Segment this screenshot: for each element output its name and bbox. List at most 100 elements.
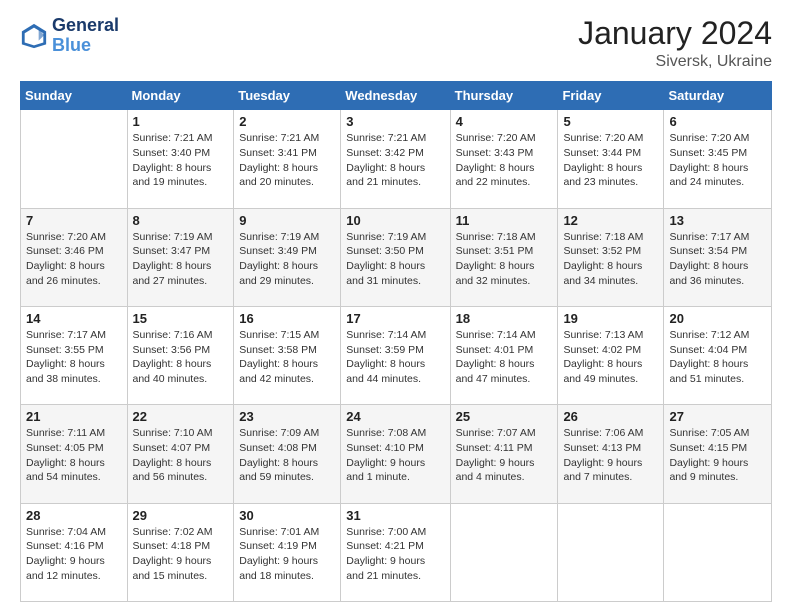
calendar-cell: 23Sunrise: 7:09 AMSunset: 4:08 PMDayligh… <box>234 405 341 503</box>
calendar-cell: 7 Sunrise: 7:20 AMSunset: 3:46 PMDaylight… <box>21 208 128 306</box>
calendar-cell: 12 Sunrise: 7:18 AMSunset: 3:52 PMDayligh… <box>558 208 664 306</box>
day-detail: Sunrise: 7:20 AMSunset: 3:46 PMDaylight:… <box>26 230 122 289</box>
day-number: 29 <box>133 508 229 523</box>
day-number: 17 <box>346 311 444 326</box>
calendar-cell: 9Sunrise: 7:19 AMSunset: 3:49 PMDaylight… <box>234 208 341 306</box>
day-number: 26 <box>563 409 658 424</box>
col-tuesday: Tuesday <box>234 82 341 110</box>
calendar-cell: 11 Sunrise: 7:18 AMSunset: 3:51 PMDayligh… <box>450 208 558 306</box>
day-number: 19 <box>563 311 658 326</box>
calendar-cell: 6Sunrise: 7:20 AMSunset: 3:45 PMDaylight… <box>664 110 772 208</box>
day-number: 11 <box>456 213 553 228</box>
calendar-cell: 26 Sunrise: 7:06 AMSunset: 4:13 PMDayligh… <box>558 405 664 503</box>
logo: General Blue <box>20 16 119 56</box>
day-detail: Sunrise: 7:15 AMSunset: 3:58 PMDaylight:… <box>239 328 335 387</box>
calendar-cell: 2 Sunrise: 7:21 AMSunset: 3:41 PMDaylight… <box>234 110 341 208</box>
logo-text: General Blue <box>52 16 119 56</box>
calendar-cell: 15 Sunrise: 7:16 AMSunset: 3:56 PMDayligh… <box>127 306 234 404</box>
day-detail: Sunrise: 7:13 AMSunset: 4:02 PMDaylight:… <box>563 328 658 387</box>
day-detail: Sunrise: 7:21 AMSunset: 3:40 PMDaylight:… <box>133 131 229 190</box>
day-number: 12 <box>563 213 658 228</box>
calendar-cell: 27Sunrise: 7:05 AMSunset: 4:15 PMDayligh… <box>664 405 772 503</box>
day-detail: Sunrise: 7:02 AMSunset: 4:18 PMDaylight:… <box>133 525 229 584</box>
calendar-cell: 14 Sunrise: 7:17 AMSunset: 3:55 PMDayligh… <box>21 306 128 404</box>
col-monday: Monday <box>127 82 234 110</box>
calendar-week-1: 7 Sunrise: 7:20 AMSunset: 3:46 PMDaylight… <box>21 208 772 306</box>
calendar-cell: 24 Sunrise: 7:08 AMSunset: 4:10 PMDayligh… <box>341 405 450 503</box>
col-saturday: Saturday <box>664 82 772 110</box>
calendar-header: Sunday Monday Tuesday Wednesday Thursday… <box>21 82 772 110</box>
day-detail: Sunrise: 7:20 AMSunset: 3:43 PMDaylight:… <box>456 131 553 190</box>
day-detail: Sunrise: 7:06 AMSunset: 4:13 PMDaylight:… <box>563 426 658 485</box>
day-detail: Sunrise: 7:14 AMSunset: 3:59 PMDaylight:… <box>346 328 444 387</box>
calendar-cell: 20 Sunrise: 7:12 AMSunset: 4:04 PMDayligh… <box>664 306 772 404</box>
calendar-cell: 18Sunrise: 7:14 AMSunset: 4:01 PMDayligh… <box>450 306 558 404</box>
day-number: 2 <box>239 114 335 129</box>
day-number: 22 <box>133 409 229 424</box>
calendar-cell: 16 Sunrise: 7:15 AMSunset: 3:58 PMDayligh… <box>234 306 341 404</box>
calendar-cell <box>21 110 128 208</box>
main-title: January 2024 <box>578 16 772 51</box>
day-detail: Sunrise: 7:00 AMSunset: 4:21 PMDaylight:… <box>346 525 444 584</box>
day-number: 13 <box>669 213 766 228</box>
day-number: 20 <box>669 311 766 326</box>
day-number: 8 <box>133 213 229 228</box>
day-number: 7 <box>26 213 122 228</box>
day-detail: Sunrise: 7:04 AMSunset: 4:16 PMDaylight:… <box>26 525 122 584</box>
day-detail: Sunrise: 7:11 AMSunset: 4:05 PMDaylight:… <box>26 426 122 485</box>
day-number: 31 <box>346 508 444 523</box>
calendar-cell: 25 Sunrise: 7:07 AMSunset: 4:11 PMDayligh… <box>450 405 558 503</box>
calendar-cell: 28Sunrise: 7:04 AMSunset: 4:16 PMDayligh… <box>21 503 128 601</box>
col-wednesday: Wednesday <box>341 82 450 110</box>
day-number: 18 <box>456 311 553 326</box>
day-number: 23 <box>239 409 335 424</box>
day-number: 21 <box>26 409 122 424</box>
col-sunday: Sunday <box>21 82 128 110</box>
day-detail: Sunrise: 7:18 AMSunset: 3:51 PMDaylight:… <box>456 230 553 289</box>
day-detail: Sunrise: 7:18 AMSunset: 3:52 PMDaylight:… <box>563 230 658 289</box>
day-number: 24 <box>346 409 444 424</box>
day-number: 14 <box>26 311 122 326</box>
day-number: 4 <box>456 114 553 129</box>
day-number: 10 <box>346 213 444 228</box>
calendar-cell <box>450 503 558 601</box>
day-detail: Sunrise: 7:07 AMSunset: 4:11 PMDaylight:… <box>456 426 553 485</box>
day-detail: Sunrise: 7:05 AMSunset: 4:15 PMDaylight:… <box>669 426 766 485</box>
day-detail: Sunrise: 7:21 AMSunset: 3:41 PMDaylight:… <box>239 131 335 190</box>
logo-line2: Blue <box>52 35 91 55</box>
day-number: 25 <box>456 409 553 424</box>
calendar-cell: 17 Sunrise: 7:14 AMSunset: 3:59 PMDayligh… <box>341 306 450 404</box>
col-thursday: Thursday <box>450 82 558 110</box>
day-detail: Sunrise: 7:21 AMSunset: 3:42 PMDaylight:… <box>346 131 444 190</box>
day-detail: Sunrise: 7:16 AMSunset: 3:56 PMDaylight:… <box>133 328 229 387</box>
day-number: 3 <box>346 114 444 129</box>
calendar-cell <box>664 503 772 601</box>
day-detail: Sunrise: 7:08 AMSunset: 4:10 PMDaylight:… <box>346 426 444 485</box>
header-row: Sunday Monday Tuesday Wednesday Thursday… <box>21 82 772 110</box>
calendar-week-4: 28Sunrise: 7:04 AMSunset: 4:16 PMDayligh… <box>21 503 772 601</box>
day-number: 15 <box>133 311 229 326</box>
header: General Blue January 2024 Siversk, Ukrai… <box>20 16 772 71</box>
calendar-cell: 19 Sunrise: 7:13 AMSunset: 4:02 PMDayligh… <box>558 306 664 404</box>
calendar-cell: 4 Sunrise: 7:20 AMSunset: 3:43 PMDaylight… <box>450 110 558 208</box>
day-detail: Sunrise: 7:17 AMSunset: 3:55 PMDaylight:… <box>26 328 122 387</box>
logo-line1: General <box>52 16 119 36</box>
day-detail: Sunrise: 7:19 AMSunset: 3:47 PMDaylight:… <box>133 230 229 289</box>
col-friday: Friday <box>558 82 664 110</box>
calendar-week-0: 1Sunrise: 7:21 AMSunset: 3:40 PMDaylight… <box>21 110 772 208</box>
calendar-cell: 3 Sunrise: 7:21 AMSunset: 3:42 PMDaylight… <box>341 110 450 208</box>
calendar-cell: 10 Sunrise: 7:19 AMSunset: 3:50 PMDayligh… <box>341 208 450 306</box>
calendar-cell: 29 Sunrise: 7:02 AMSunset: 4:18 PMDayligh… <box>127 503 234 601</box>
calendar-cell: 21 Sunrise: 7:11 AMSunset: 4:05 PMDayligh… <box>21 405 128 503</box>
calendar-week-2: 14 Sunrise: 7:17 AMSunset: 3:55 PMDayligh… <box>21 306 772 404</box>
page: General Blue January 2024 Siversk, Ukrai… <box>0 0 792 612</box>
day-number: 16 <box>239 311 335 326</box>
logo-icon <box>20 22 48 50</box>
day-detail: Sunrise: 7:12 AMSunset: 4:04 PMDaylight:… <box>669 328 766 387</box>
calendar-cell: 13Sunrise: 7:17 AMSunset: 3:54 PMDayligh… <box>664 208 772 306</box>
day-detail: Sunrise: 7:19 AMSunset: 3:49 PMDaylight:… <box>239 230 335 289</box>
day-detail: Sunrise: 7:19 AMSunset: 3:50 PMDaylight:… <box>346 230 444 289</box>
subtitle: Siversk, Ukraine <box>578 53 772 71</box>
day-detail: Sunrise: 7:10 AMSunset: 4:07 PMDaylight:… <box>133 426 229 485</box>
day-detail: Sunrise: 7:20 AMSunset: 3:45 PMDaylight:… <box>669 131 766 190</box>
